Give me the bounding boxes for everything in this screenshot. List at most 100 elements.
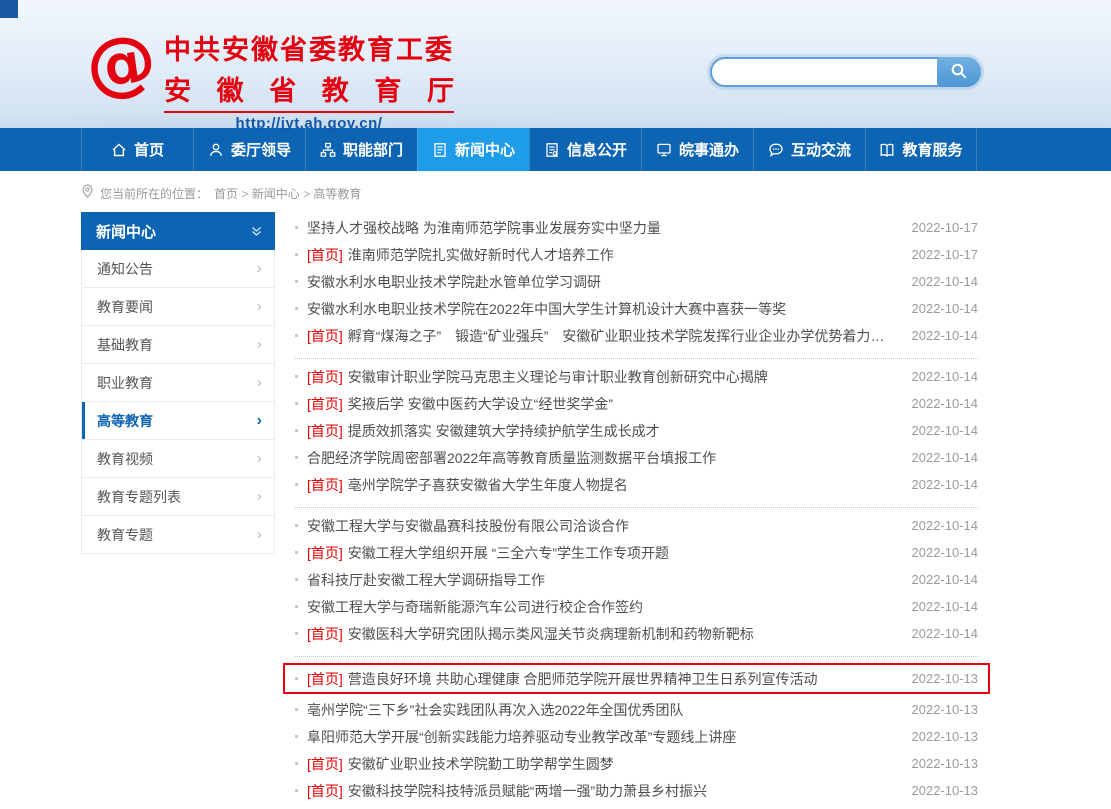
chevron-right-icon: › [257,260,262,278]
logo-line2-char: 安 [164,69,191,108]
nav-item-label: 新闻中心 [455,139,515,160]
news-link[interactable]: [首页]淮南师范学院扎实做好新时代人才培养工作 [307,245,894,265]
bullet-icon [295,375,298,378]
breadcrumb-separator: > [300,187,314,201]
bullet-icon [295,226,298,229]
bullet-icon [295,429,298,432]
news-link[interactable]: [首页]孵育“煤海之子” 锻造“矿业强兵” 安徽矿业职业技术学院发挥行业企业办学… [307,326,894,346]
news-date: 2022-10-14 [912,423,979,438]
chevron-right-icon: › [257,450,262,468]
sidebar-item-高等教育[interactable]: 高等教育› [81,402,275,440]
news-row: [首页]提质效抓落实 安徽建筑大学持续护航学生成长成才 2022-10-14 [295,417,978,444]
news-link[interactable]: [首页]安徽医科大学研究团队揭示类风湿关节炎病理新机制和药物新靶标 [307,624,894,644]
news-title: 坚持人才强校战略 为淮南师范学院事业发展夯实中坚力量 [307,218,661,238]
sidebar-item-通知公告[interactable]: 通知公告› [81,250,275,288]
news-link[interactable]: [首页]奖掖后学 安徽中医药大学设立“经世奖学金” [307,394,894,414]
chevron-right-icon: › [257,298,262,316]
front-page-tag: [首页] [307,326,343,346]
news-link[interactable]: 安徽工程大学与安徽晶赛科技股份有限公司洽谈合作 [307,516,894,536]
nav-item-wanshitong[interactable]: 皖事通办 [641,128,753,171]
front-page-tag: [首页] [307,543,343,563]
news-link[interactable]: 安徽水利水电职业技术学院在2022年中国大学生计算机设计大赛中喜获一等奖 [307,299,894,319]
person-icon [208,142,224,158]
chevron-right-icon: › [257,412,262,430]
breadcrumb-link[interactable]: 新闻中心 [252,187,300,201]
news-link[interactable]: 安徽工程大学与奇瑞新能源汽车公司进行校企合作签约 [307,597,894,617]
news-group: 坚持人才强校战略 为淮南师范学院事业发展夯实中坚力量2022-10-17 [首页]… [295,212,978,359]
news-link[interactable]: [首页]亳州学院学子喜获安徽省大学生年度人物提名 [307,475,894,495]
news-title: 安徽水利水电职业技术学院赴水管单位学习调研 [307,272,601,292]
news-title: 安徽矿业职业技术学院勤工助学帮学生圆梦 [348,754,614,774]
breadcrumb-link[interactable]: 首页 [214,187,238,201]
sidebar-item-label: 教育专题列表 [97,487,181,507]
news-link[interactable]: 阜阳师范大学开展“创新实践能力培养驱动专业教学改革”专题线上讲座 [307,727,894,747]
news-date: 2022-10-14 [912,328,979,343]
breadcrumb-link[interactable]: 高等教育 [313,187,361,201]
bullet-icon [295,524,298,527]
news-date: 2022-10-14 [912,545,979,560]
sidebar-item-教育专题[interactable]: 教育专题› [81,516,275,554]
news-link[interactable]: 安徽水利水电职业技术学院赴水管单位学习调研 [307,272,894,292]
nav-item-departments[interactable]: 职能部门 [305,128,417,171]
news-title: 亳州学院“三下乡”社会实践团队再次入选2022年全国优秀团队 [307,700,683,720]
news-title: 安徽工程大学与安徽晶赛科技股份有限公司洽谈合作 [307,516,629,536]
logo-line2: 安徽省教育厅 [164,69,454,113]
news-link[interactable]: 坚持人才强校战略 为淮南师范学院事业发展夯实中坚力量 [307,218,894,238]
breadcrumb: 您当前所在的位置： 首页 > 新闻中心 > 高等教育 [81,184,1111,202]
nav-item-edu-service[interactable]: 教育服务 [865,128,977,171]
news-row-highlighted: [首页]营造良好环境 共助心理健康 合肥师范学院开展世界精神卫生日系列宣传活动2… [283,663,990,694]
nav-item-home[interactable]: 首页 [81,128,193,171]
bullet-icon [295,307,298,310]
sidebar-item-基础教育[interactable]: 基础教育› [81,326,275,364]
nav-item-news-center[interactable]: 新闻中心 [417,128,529,171]
front-page-tag: [首页] [307,754,343,774]
bullet-icon [295,551,298,554]
news-row: 合肥经济学院周密部署2022年高等教育质量监测数据平台填报工作 2022-10-1… [295,444,978,471]
news-link[interactable]: [首页]安徽审计职业学院马克思主义理论与审计职业教育创新研究中心揭牌 [307,367,894,387]
news-date: 2022-10-13 [912,756,979,771]
news-link[interactable]: [首页]安徽工程大学组织开展 “三全六专”学生工作专项开题 [307,543,894,563]
news-list: 坚持人才强校战略 为淮南师范学院事业发展夯实中坚力量2022-10-17 [首页]… [295,212,978,809]
news-link[interactable]: 省科技厅赴安徽工程大学调研指导工作 [307,570,894,590]
sidebar-item-教育专题列表[interactable]: 教育专题列表› [81,478,275,516]
sidebar-item-教育视频[interactable]: 教育视频› [81,440,275,478]
news-title: 安徽工程大学与奇瑞新能源汽车公司进行校企合作签约 [307,597,643,617]
news-row: 安徽工程大学与奇瑞新能源汽车公司进行校企合作签约2022-10-14 [295,593,978,620]
news-row: 坚持人才强校战略 为淮南师范学院事业发展夯实中坚力量2022-10-17 [295,214,978,241]
news-date: 2022-10-14 [912,572,979,587]
news-title: 安徽科技学院科技特派员赋能“两增一强”助力萧县乡村振兴 [348,781,707,801]
news-link[interactable]: 亳州学院“三下乡”社会实践团队再次入选2022年全国优秀团队 [307,700,894,720]
sidebar-item-职业教育[interactable]: 职业教育› [81,364,275,402]
news-link[interactable]: 合肥经济学院周密部署2022年高等教育质量监测数据平台填报工作 [307,448,894,468]
bullet-icon [295,708,298,711]
news-link[interactable]: [首页]安徽矿业职业技术学院勤工助学帮学生圆梦 [307,754,894,774]
nav-item-interaction[interactable]: 互动交流 [753,128,865,171]
logo-line2-char: 教 [322,69,349,108]
news-date: 2022-10-14 [912,301,979,316]
front-page-tag: [首页] [307,781,343,801]
news-link[interactable]: [首页]营造良好环境 共助心理健康 合肥师范学院开展世界精神卫生日系列宣传活动 [307,669,894,689]
sidebar-item-label: 职业教育 [97,373,153,393]
sidebar-item-教育要闻[interactable]: 教育要闻 › [81,288,275,326]
sidebar-item-label: 教育要闻 [97,297,153,317]
news-link[interactable]: [首页]安徽科技学院科技特派员赋能“两增一强”助力萧县乡村振兴 [307,781,894,801]
news-link[interactable]: [首页]提质效抓落实 安徽建筑大学持续护航学生成长成才 [307,421,894,441]
monitor-icon [656,142,672,158]
bullet-icon [295,735,298,738]
bullet-icon [295,456,298,459]
news-group: 安徽工程大学与安徽晶赛科技股份有限公司洽谈合作2022-10-14[首页]安徽工… [295,508,978,657]
nav-item-leaders[interactable]: 委厅领导 [193,128,305,171]
site-logo[interactable]: @ 中共安徽省委教育工委 安徽省教育厅 http://jyt.ah.gov.cn… [86,24,454,132]
search-input[interactable] [712,59,939,85]
sidebar-header-news-center[interactable]: 新闻中心 [81,212,275,250]
news-row: 省科技厅赴安徽工程大学调研指导工作 2022-10-14 [295,566,978,593]
news-date: 2022-10-14 [912,450,979,465]
news-row: [首页]亳州学院学子喜获安徽省大学生年度人物提名2022-10-14 [295,471,978,498]
news-title: 亳州学院学子喜获安徽省大学生年度人物提名 [348,475,628,495]
search-button[interactable] [937,57,981,87]
content: 新闻中心 通知公告›教育要闻›基础教育›职业教育›高等教育›教育视频›教育专题列… [81,212,1111,809]
bullet-icon [295,402,298,405]
search-box [710,57,981,87]
nav-item-info-public[interactable]: 信息公开 [529,128,641,171]
book-icon [879,142,895,158]
